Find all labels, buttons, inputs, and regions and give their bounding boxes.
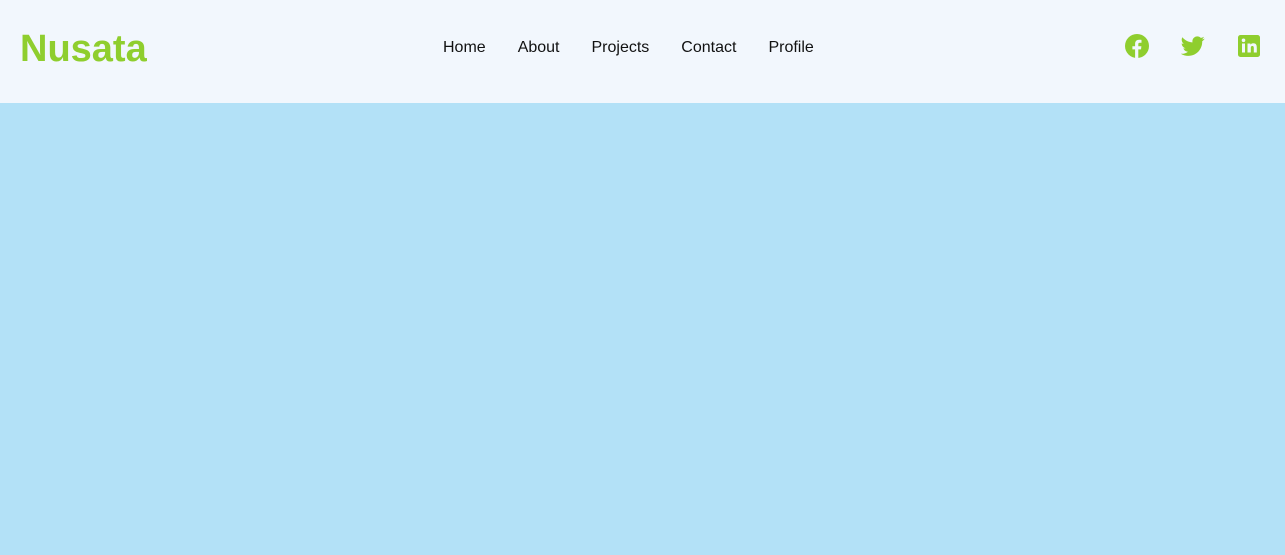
linkedin-link[interactable]: [1237, 34, 1261, 58]
hero-area: [0, 103, 1285, 555]
twitter-icon: [1181, 36, 1205, 56]
linkedin-icon: [1238, 35, 1260, 57]
nav-link-home[interactable]: Home: [443, 38, 486, 58]
nav-link-profile[interactable]: Profile: [768, 38, 813, 58]
social-links: [1125, 34, 1261, 58]
facebook-icon: [1125, 34, 1149, 58]
facebook-link[interactable]: [1125, 34, 1149, 58]
nav-link-about[interactable]: About: [518, 38, 560, 58]
twitter-link[interactable]: [1181, 34, 1205, 58]
site-header: Nusata Home About Projects Contact Profi…: [0, 0, 1285, 103]
nav-link-projects[interactable]: Projects: [592, 38, 650, 58]
logo-link[interactable]: Nusata: [20, 27, 147, 71]
main-nav: Home About Projects Contact Profile: [443, 38, 814, 58]
nav-link-contact[interactable]: Contact: [681, 38, 736, 58]
